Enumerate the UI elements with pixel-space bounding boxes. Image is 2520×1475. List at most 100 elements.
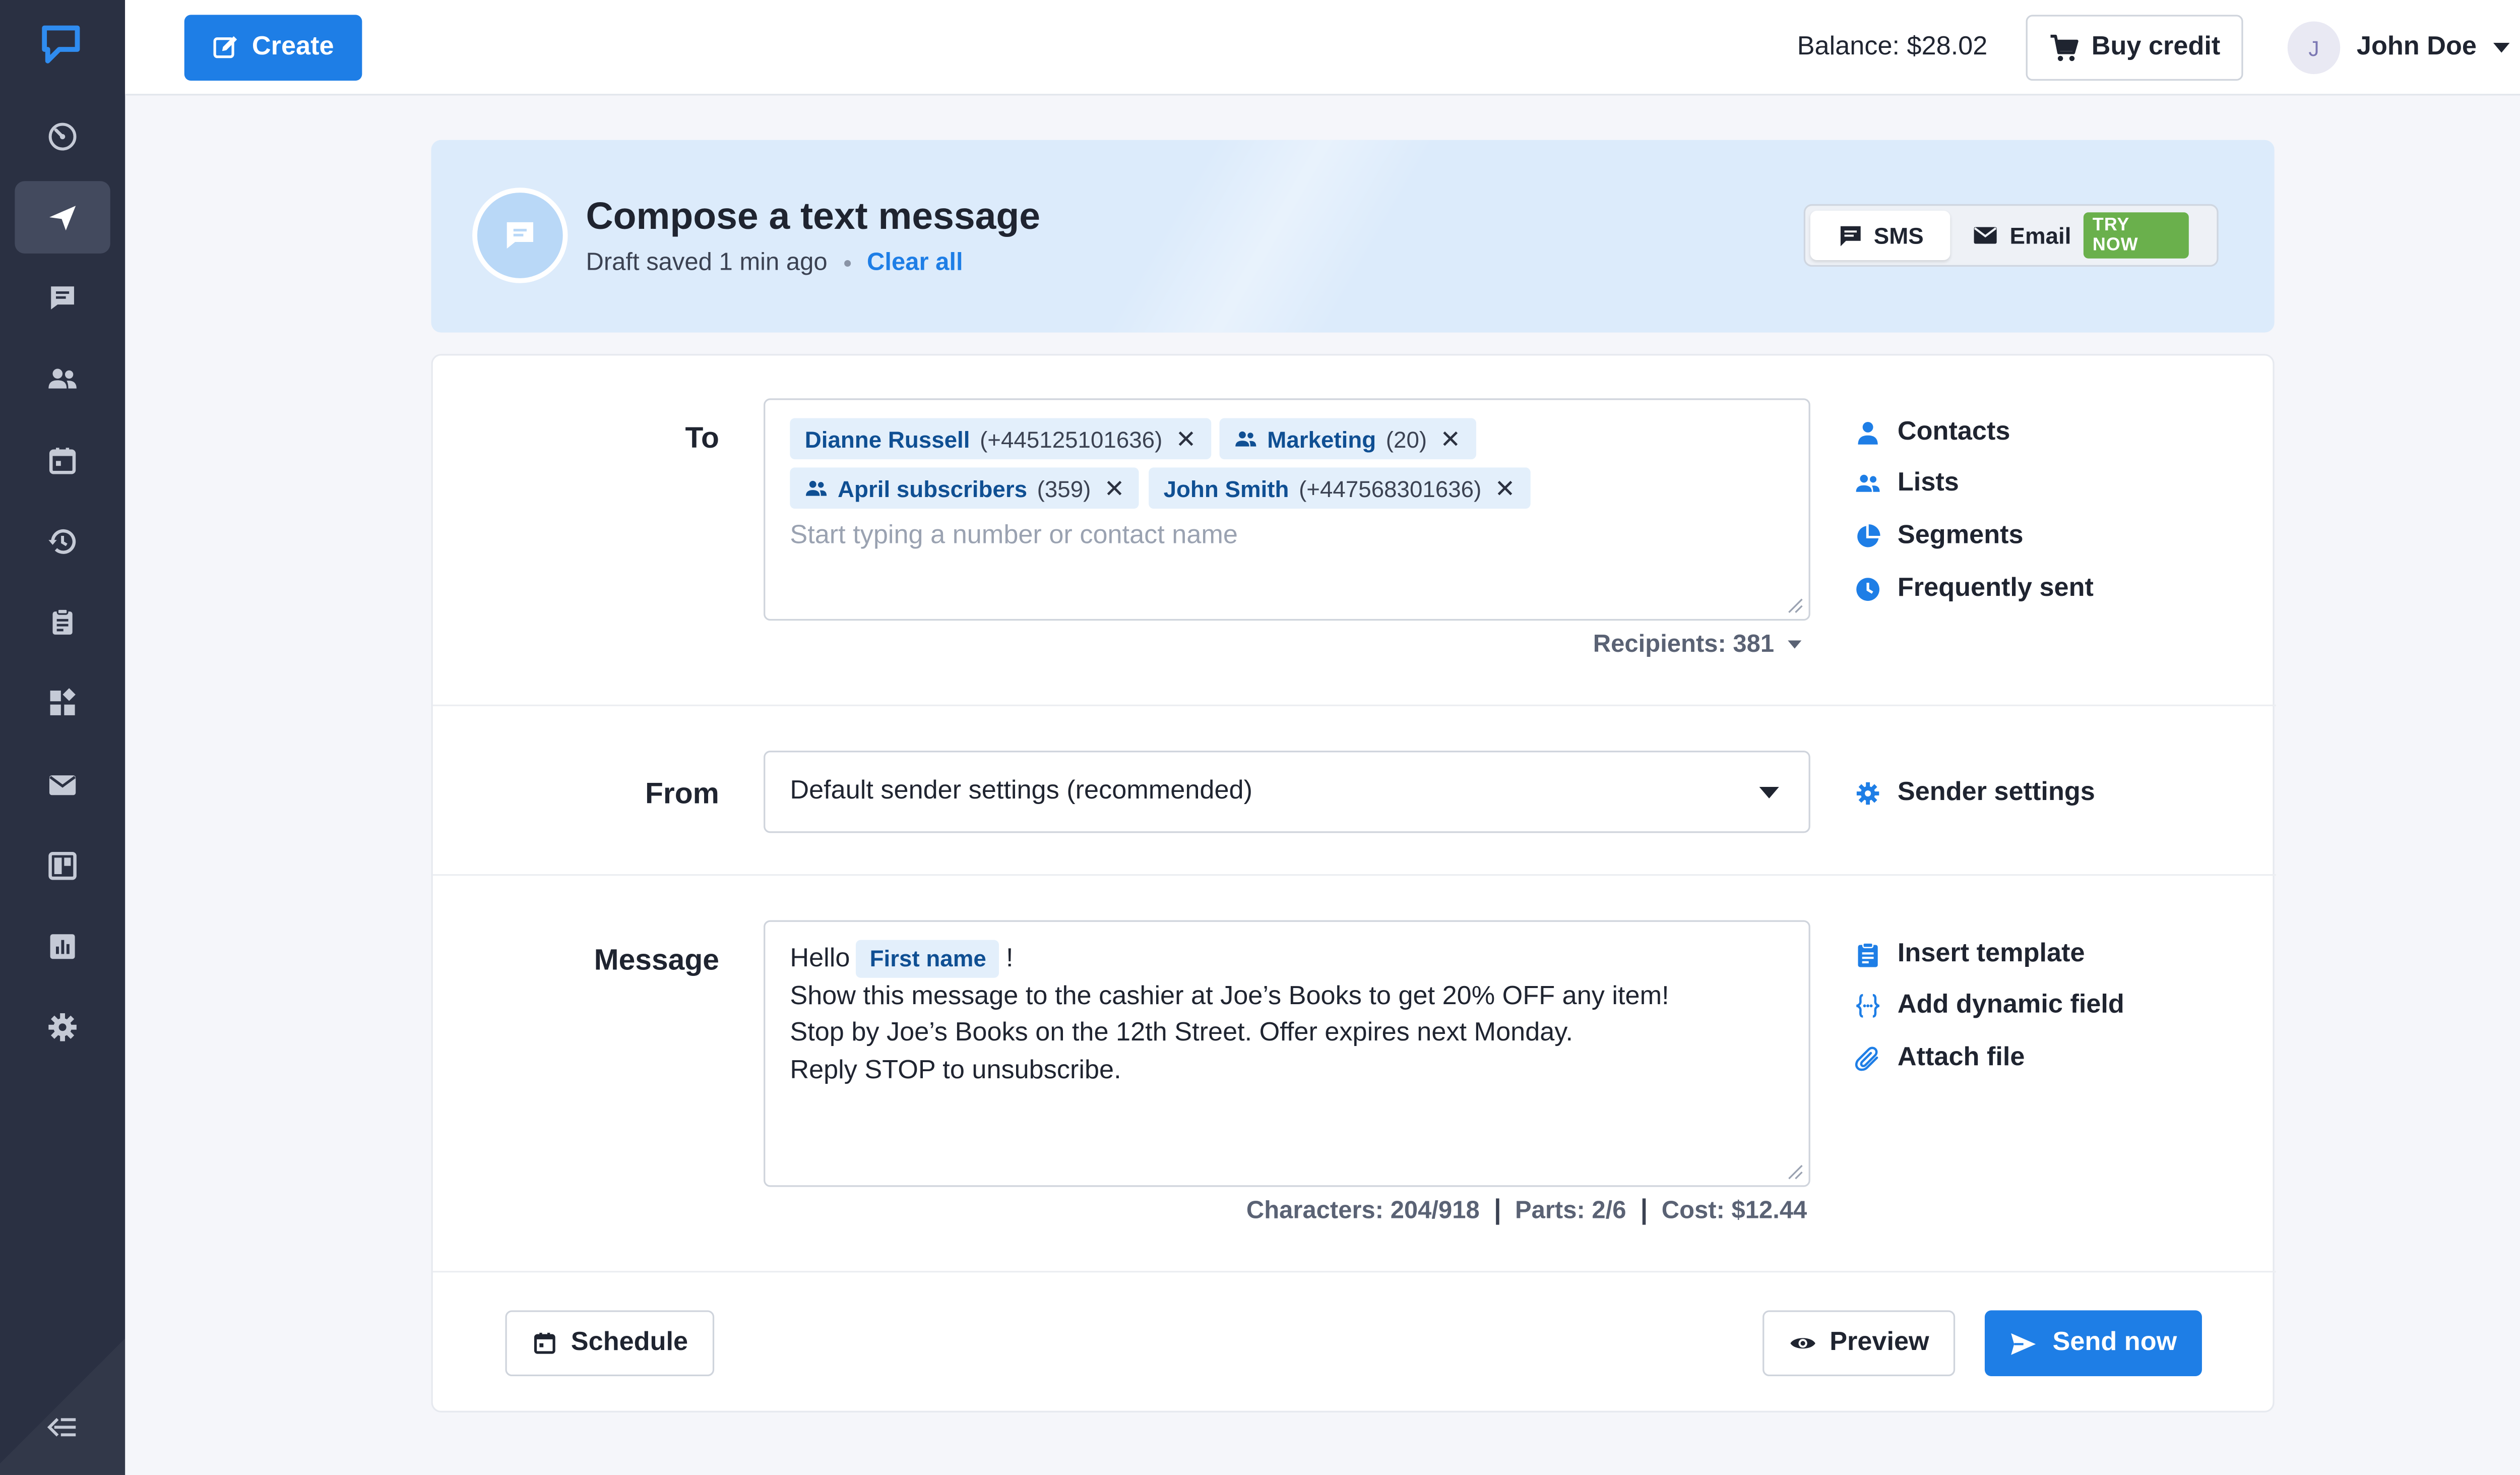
contacts-link[interactable]: Contacts (1855, 407, 2094, 459)
avatar: J (2288, 21, 2340, 74)
lists-link[interactable]: Lists (1855, 459, 2094, 511)
separator-dot (844, 259, 850, 266)
create-button[interactable]: Create (184, 15, 362, 81)
insert-template-link[interactable]: Insert template (1855, 929, 2124, 980)
sidebar-item-history[interactable] (15, 506, 110, 578)
sender-select-value: Default sender settings (recommended) (790, 777, 1252, 807)
chip-name: John Smith (1164, 475, 1289, 501)
send-now-button[interactable]: Send now (1985, 1310, 2202, 1376)
recipients-input[interactable]: Dianne Russell (+445125101636) ✕ Marketi… (764, 398, 1810, 621)
sidebar-item-calendar[interactable] (15, 425, 110, 498)
sidebar-item-clipboard[interactable] (15, 586, 110, 659)
attach-file-link[interactable]: Attach file (1855, 1032, 2124, 1084)
calendar-icon (531, 1330, 557, 1357)
sidebar-item-widgets[interactable] (15, 667, 110, 740)
message-greeting: Hello (790, 945, 850, 973)
app-logo-icon[interactable] (39, 23, 82, 66)
remove-chip-button[interactable]: ✕ (1175, 424, 1196, 454)
resize-handle-icon[interactable] (1786, 596, 1804, 614)
to-label: To (597, 421, 719, 456)
chip-detail: (+447568301636) (1299, 475, 1481, 501)
user-menu[interactable]: J John Doe (2288, 21, 2509, 74)
chip-name: Marketing (1267, 425, 1376, 452)
send-now-button-label: Send now (2053, 1328, 2177, 1358)
sidebar-item-dashboard[interactable] (15, 100, 110, 173)
collapse-sidebar-button[interactable] (43, 1409, 82, 1445)
stats-separator (1643, 1198, 1645, 1224)
send-icon (2010, 1331, 2038, 1356)
sidebar-item-layout[interactable] (15, 830, 110, 902)
cart-icon (2049, 33, 2078, 63)
clock-icon (1855, 576, 1881, 602)
balance-text: Balance: $28.02 (1797, 33, 1988, 63)
divider (433, 1271, 2276, 1272)
sms-icon (1838, 223, 1862, 248)
caret-down-icon (1787, 640, 1802, 648)
tab-email-label: Email (2009, 222, 2071, 249)
eye-icon (1789, 1333, 1817, 1353)
compose-header: Compose a text message Draft saved 1 min… (431, 140, 2275, 333)
divider (433, 705, 2276, 706)
analytics-icon (46, 930, 79, 963)
channel-switch: SMS Email TRY NOW (1804, 204, 2219, 267)
sidebar-item-compose[interactable] (15, 181, 110, 254)
sidebar-item-contacts[interactable] (15, 342, 110, 415)
chip-name: Dianne Russell (805, 425, 970, 452)
person-icon (1855, 419, 1881, 446)
user-name: John Doe (2357, 33, 2477, 63)
message-label: Message (532, 943, 719, 978)
chip-detail: (359) (1037, 475, 1091, 501)
resize-handle-icon[interactable] (1786, 1162, 1804, 1181)
mail-icon (46, 769, 79, 802)
recipients-count-toggle[interactable]: Recipients: 381 (1593, 631, 1802, 659)
group-icon (805, 478, 828, 498)
sidebar-item-analytics[interactable] (15, 910, 110, 983)
braces-icon (1855, 993, 1881, 1019)
create-button-label: Create (252, 33, 334, 63)
remove-chip-button[interactable]: ✕ (1494, 473, 1515, 503)
schedule-button-label: Schedule (571, 1328, 688, 1358)
segments-link[interactable]: Segments (1855, 511, 2094, 563)
group-icon (1855, 471, 1881, 498)
message-textarea[interactable]: HelloFirst name! Show this message to th… (764, 920, 1810, 1187)
add-dynamic-field-label: Add dynamic field (1898, 992, 2124, 1021)
sender-links: Sender settings (1855, 767, 2095, 819)
stats-separator (1496, 1198, 1498, 1224)
message-line: HelloFirst name! (790, 940, 1784, 979)
remove-chip-button[interactable]: ✕ (1104, 473, 1125, 503)
calendar-icon (46, 445, 79, 477)
collapse-left-icon (46, 1414, 79, 1440)
preview-button[interactable]: Preview (1762, 1310, 1955, 1376)
message-stats: Characters: 204/918 Parts: 2/6 Cost: $12… (1246, 1197, 1807, 1225)
clear-all-link[interactable]: Clear all (867, 249, 963, 277)
sidebar (0, 0, 125, 1475)
gear-icon (1855, 780, 1881, 806)
preview-button-label: Preview (1830, 1328, 1929, 1358)
lists-link-label: Lists (1898, 470, 1959, 500)
message-bubble-icon (472, 188, 568, 283)
caret-down-icon (2493, 43, 2510, 53)
sender-settings-link[interactable]: Sender settings (1855, 767, 2095, 819)
frequently-sent-link[interactable]: Frequently sent (1855, 563, 2094, 614)
buy-credit-button[interactable]: Buy credit (2026, 15, 2243, 81)
sidebar-item-settings[interactable] (15, 991, 110, 1064)
draft-status: Draft saved 1 min ago (586, 249, 827, 277)
recipient-chip: April subscribers (359) ✕ (790, 467, 1140, 509)
remove-chip-button[interactable]: ✕ (1440, 424, 1461, 454)
recipients-placeholder[interactable]: Start typing a number or contact name (790, 522, 1238, 551)
chat-icon (46, 281, 79, 314)
widgets-icon (46, 687, 79, 719)
recipients-count: Recipients: 381 (1593, 631, 1774, 659)
schedule-button[interactable]: Schedule (505, 1310, 714, 1376)
send-icon (46, 201, 79, 233)
tab-sms[interactable]: SMS (1810, 211, 1951, 260)
sidebar-item-mail[interactable] (15, 749, 110, 822)
sidebar-item-chat[interactable] (15, 262, 110, 334)
contacts-icon (46, 362, 79, 395)
sender-select[interactable]: Default sender settings (recommended) (764, 751, 1810, 833)
tab-email[interactable]: Email TRY NOW (1951, 211, 2212, 260)
page-title: Compose a text message (586, 194, 1040, 238)
message-cost: Cost: $12.44 (1662, 1197, 1807, 1225)
dynamic-field-chip[interactable]: First name (856, 940, 999, 978)
add-dynamic-field-link[interactable]: Add dynamic field (1855, 980, 2124, 1032)
